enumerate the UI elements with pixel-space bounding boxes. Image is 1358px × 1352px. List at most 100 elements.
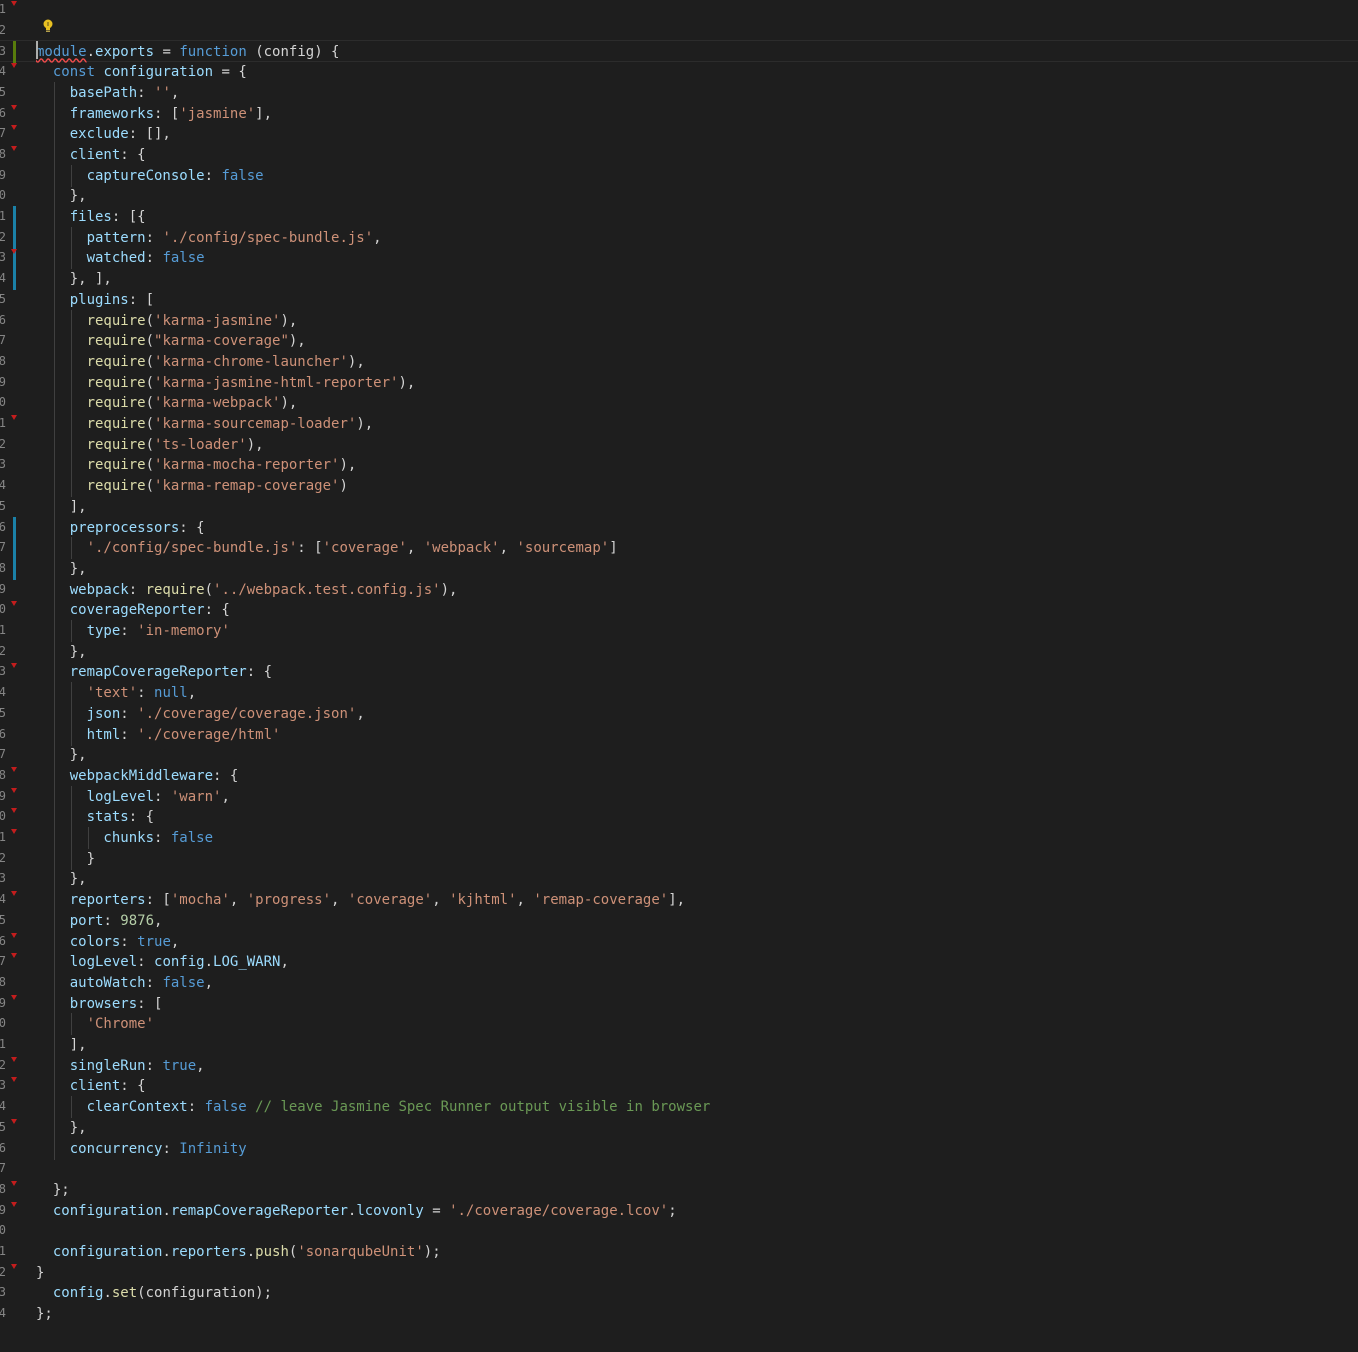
code-line[interactable]: 6 preprocessors: { [0, 516, 1358, 539]
code-line[interactable]: 9 logLevel: 'warn', [0, 785, 1358, 808]
code-text: configuration.reporters.push('sonarqubeU… [36, 1243, 441, 1261]
code-line[interactable]: 6 colors: true, [0, 930, 1358, 953]
code-line[interactable]: 6 concurrency: Infinity [0, 1137, 1358, 1160]
gutter-deleted-marker[interactable] [11, 125, 17, 131]
gutter-modified-marker[interactable] [13, 537, 16, 560]
gutter-deleted-marker[interactable] [11, 932, 17, 938]
code-line[interactable]: 2 singleRun: true, [0, 1054, 1358, 1077]
code-line[interactable]: 4 }, ], [0, 268, 1358, 291]
code-line[interactable]: 4 require('karma-remap-coverage') [0, 475, 1358, 498]
code-line[interactable]: 4}; [0, 1303, 1358, 1325]
code-line[interactable]: 0 }, [0, 185, 1358, 208]
code-line[interactable]: 7 require("karma-coverage"), [0, 330, 1358, 353]
code-line[interactable]: 8 }, [0, 557, 1358, 580]
code-line[interactable]: 3 remapCoverageReporter: { [0, 661, 1358, 684]
line-number: 2 [0, 643, 6, 658]
code-line[interactable]: 2 [0, 20, 1358, 42]
code-line[interactable]: 2 pattern: './config/spec-bundle.js', [0, 226, 1358, 249]
gutter-deleted-marker[interactable] [11, 1118, 17, 1124]
code-line[interactable]: 1 [0, 0, 1358, 21]
code-line[interactable]: 1 configuration.reporters.push('sonarqub… [0, 1241, 1358, 1263]
gutter-deleted-marker[interactable] [11, 994, 17, 1000]
code-line[interactable]: 7 './config/spec-bundle.js': ['coverage'… [0, 537, 1358, 560]
code-line[interactable]: 1 chunks: false [0, 827, 1358, 849]
code-line[interactable]: 0 coverageReporter: { [0, 599, 1358, 622]
code-line[interactable]: 4 'text': null, [0, 682, 1358, 705]
code-line[interactable]: 6 html: './coverage/html' [0, 723, 1358, 746]
gutter-deleted-marker[interactable] [11, 63, 17, 69]
gutter-modified-marker[interactable] [13, 206, 16, 228]
code-line[interactable]: 3 config.set(configuration); [0, 1282, 1358, 1304]
gutter-deleted-marker[interactable] [11, 953, 17, 959]
gutter-deleted-marker[interactable] [11, 1, 17, 6]
gutter-deleted-marker[interactable] [11, 787, 17, 793]
code-line[interactable]: 2 } [0, 847, 1358, 870]
lightbulb-icon[interactable] [41, 18, 55, 36]
code-editor[interactable]: 1 2 3 module.exports = function (config) {4… [0, 0, 1358, 1352]
code-line[interactable]: 8 autoWatch: false, [0, 971, 1358, 994]
code-line[interactable]: 2 require('ts-loader'), [0, 433, 1358, 456]
code-line[interactable]: 2} [0, 1262, 1358, 1284]
gutter-deleted-marker[interactable] [11, 766, 17, 772]
code-line[interactable]: 3 require('karma-mocha-reporter'), [0, 454, 1358, 477]
code-line[interactable]: 5 json: './coverage/coverage.json', [0, 702, 1358, 725]
code-line[interactable]: 0 [0, 1220, 1358, 1242]
gutter-modified-marker[interactable] [13, 268, 16, 291]
gutter-deleted-marker[interactable] [11, 249, 17, 255]
code-line[interactable]: 0 require('karma-webpack'), [0, 392, 1358, 415]
code-line[interactable]: 5 ], [0, 495, 1358, 518]
code-line[interactable]: 7 [0, 1158, 1358, 1180]
code-line[interactable]: 3 client: { [0, 1075, 1358, 1098]
code-line[interactable]: 8 require('karma-chrome-launcher'), [0, 350, 1358, 373]
gutter-deleted-marker[interactable] [11, 104, 17, 110]
code-line[interactable]: 6 require('karma-jasmine'), [0, 309, 1358, 332]
gutter-deleted-marker[interactable] [11, 601, 17, 607]
code-token: reporters [36, 892, 146, 909]
code-line[interactable]: 8 webpackMiddleware: { [0, 764, 1358, 787]
code-line[interactable]: 5 basePath: '', [0, 81, 1358, 104]
code-line[interactable]: 7 exclude: [], [0, 123, 1358, 146]
line-number: 2 [0, 850, 6, 865]
gutter-deleted-marker[interactable] [11, 1056, 17, 1062]
code-line[interactable]: 1 type: 'in-memory' [0, 620, 1358, 642]
code-line[interactable]: 7 }, [0, 744, 1358, 767]
gutter-deleted-marker[interactable] [11, 1263, 17, 1269]
code-line[interactable]: 4 clearContext: false // leave Jasmine S… [0, 1096, 1358, 1119]
gutter-deleted-marker[interactable] [11, 808, 17, 814]
code-line[interactable]: 4 const configuration = { [0, 61, 1358, 83]
gutter-deleted-marker[interactable] [11, 829, 17, 834]
code-line[interactable]: 5 }, [0, 1116, 1358, 1139]
code-line[interactable]: 2 }, [0, 640, 1358, 663]
code-line[interactable]: 1 ], [0, 1034, 1358, 1056]
code-line[interactable]: 3 module.exports = function (config) { [0, 40, 1358, 64]
gutter-added-marker[interactable] [13, 41, 16, 64]
gutter-modified-marker[interactable] [13, 557, 16, 580]
gutter-modified-marker[interactable] [13, 226, 16, 249]
code-line[interactable]: 6 frameworks: ['jasmine'], [0, 102, 1358, 125]
code-line[interactable]: 1 require('karma-sourcemap-loader'), [0, 413, 1358, 435]
code-line[interactable]: 8 }; [0, 1179, 1358, 1201]
gutter-deleted-marker[interactable] [11, 1201, 17, 1207]
code-line[interactable]: 5 port: 9876, [0, 909, 1358, 932]
code-line[interactable]: 9 webpack: require('../webpack.test.conf… [0, 578, 1358, 601]
code-line[interactable]: 9 browsers: [ [0, 992, 1358, 1015]
code-line[interactable]: 9 configuration.remapCoverageReporter.lc… [0, 1200, 1358, 1222]
code-line[interactable]: 7 logLevel: config.LOG_WARN, [0, 951, 1358, 974]
code-line[interactable]: 4 reporters: ['mocha', 'progress', 'cove… [0, 889, 1358, 912]
code-line[interactable]: 9 require('karma-jasmine-html-reporter')… [0, 371, 1358, 394]
gutter-deleted-marker[interactable] [11, 145, 17, 151]
code-line[interactable]: 0 'Chrome' [0, 1013, 1358, 1036]
gutter-deleted-marker[interactable] [11, 1077, 17, 1083]
code-line[interactable]: 3 watched: false [0, 247, 1358, 270]
gutter-deleted-marker[interactable] [11, 891, 17, 897]
gutter-deleted-marker[interactable] [11, 1180, 17, 1186]
gutter-deleted-marker[interactable] [11, 663, 17, 669]
code-line[interactable]: 1 files: [{ [0, 206, 1358, 228]
code-line[interactable]: 0 stats: { [0, 806, 1358, 829]
code-line[interactable]: 3 }, [0, 868, 1358, 891]
gutter-modified-marker[interactable] [13, 516, 16, 539]
code-line[interactable]: 9 captureConsole: false [0, 164, 1358, 187]
code-line[interactable]: 8 client: { [0, 143, 1358, 166]
code-line[interactable]: 5 plugins: [ [0, 288, 1358, 311]
gutter-deleted-marker[interactable] [11, 415, 17, 420]
